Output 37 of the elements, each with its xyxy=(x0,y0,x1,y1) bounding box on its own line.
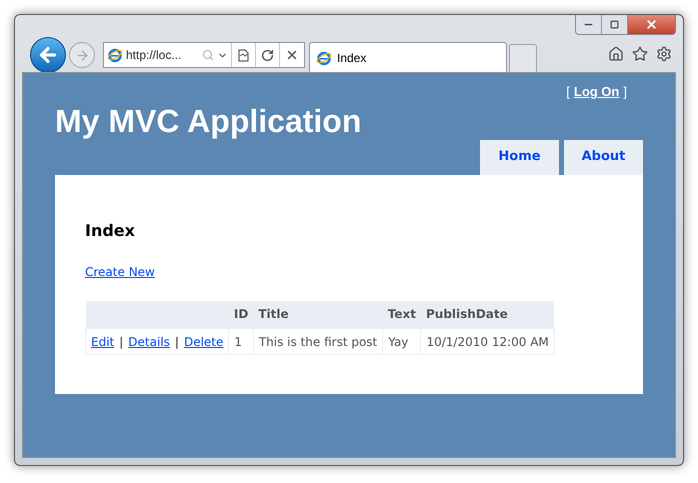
favorites-icon[interactable] xyxy=(632,46,648,62)
site-title: My MVC Application xyxy=(55,104,362,136)
maximize-button[interactable] xyxy=(602,15,628,34)
page-heading: Index xyxy=(85,220,135,242)
create-new-link[interactable]: Create New xyxy=(85,262,155,280)
link-separator: | xyxy=(174,334,179,348)
table-cell: This is the first post xyxy=(253,328,383,354)
maximize-icon xyxy=(610,20,619,29)
back-button[interactable] xyxy=(30,37,66,73)
close-icon xyxy=(645,18,658,31)
home-icon[interactable] xyxy=(608,46,624,62)
menu-tab[interactable]: Home xyxy=(480,140,559,174)
link-separator: | xyxy=(119,334,124,348)
stop-icon xyxy=(285,48,299,62)
browser-logo-icon xyxy=(316,50,332,66)
refresh-icon xyxy=(261,48,274,62)
action-link[interactable]: Delete xyxy=(184,334,224,348)
bracket-text: ] xyxy=(623,83,627,101)
log-on-link[interactable]: Log On xyxy=(574,82,620,102)
forward-arrow-icon xyxy=(74,48,90,62)
action-link[interactable]: Details xyxy=(128,334,170,348)
action-link[interactable]: Edit xyxy=(91,334,114,348)
broken-page-icon xyxy=(238,48,249,62)
menu-tab[interactable]: About xyxy=(564,140,643,174)
column-header: PublishDate xyxy=(420,300,554,328)
close-button[interactable] xyxy=(628,15,675,34)
browser-tab[interactable]: Index xyxy=(309,42,507,72)
table-cell: Yay xyxy=(382,328,421,354)
column-header: Title xyxy=(253,300,383,328)
address-text: http://loc... xyxy=(126,47,182,64)
bracket-text: [ xyxy=(566,83,570,101)
table-cell: 10/1/2010 12:00 AM xyxy=(420,328,554,354)
column-header: ID xyxy=(228,300,254,328)
browser-logo-icon xyxy=(107,47,123,63)
column-header: Text xyxy=(382,300,421,328)
table-cell: 1 xyxy=(228,328,254,354)
settings-icon[interactable] xyxy=(656,46,672,62)
